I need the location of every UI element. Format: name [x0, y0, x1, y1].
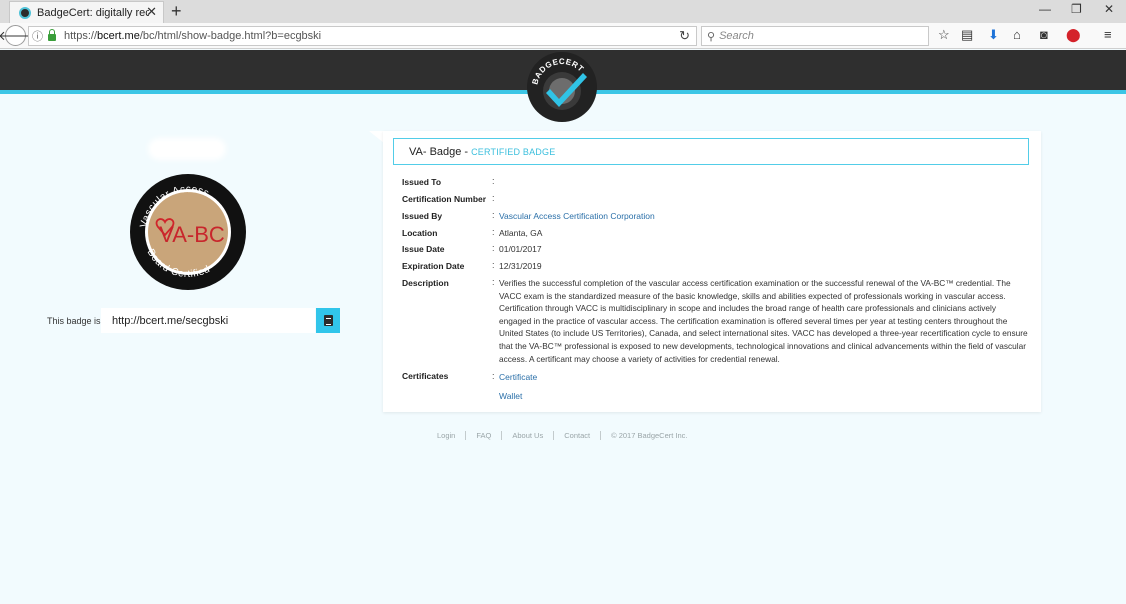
search-placeholder: Search — [719, 30, 754, 42]
pocket-icon[interactable]: ◙ — [1040, 27, 1048, 42]
location-value: Atlanta, GA — [499, 228, 543, 238]
expiration-date-label: Expiration Date — [402, 261, 465, 271]
browser-tab[interactable]: BadgeCert: digitally recogni ✕ — [9, 1, 164, 23]
badgecert-favicon-icon — [19, 6, 31, 19]
restore-icon[interactable]: ❐ — [1071, 2, 1082, 16]
badgecert-logo[interactable]: BADGECERT — [525, 51, 599, 123]
menu-icon[interactable]: ≡ — [1104, 27, 1112, 42]
footer-about-link[interactable]: About Us — [512, 431, 543, 440]
badge-title: VA- Badge — [409, 145, 462, 158]
site-footer: Login FAQ About Us Contact © 2017 BadgeC… — [437, 431, 688, 440]
new-tab-button[interactable]: + — [171, 1, 182, 21]
info-icon[interactable]: ⓘ — [32, 28, 43, 44]
footer-divider — [600, 431, 602, 440]
description-colon: : — [492, 277, 495, 287]
url-bar[interactable]: ⓘ https://bcert.me/bc/html/show-badge.ht… — [28, 26, 697, 46]
search-input[interactable]: ⚲ Search — [701, 26, 929, 46]
certification-number-label: Certification Number — [402, 194, 487, 204]
badge-url-input[interactable] — [101, 308, 315, 333]
reading-list-icon[interactable]: ▤ — [961, 27, 973, 43]
browser-tab-strip: BadgeCert: digitally recogni ✕ + — ❐ ✕ — [0, 0, 1126, 23]
tab-close-icon[interactable]: ✕ — [146, 4, 157, 20]
footer-copyright: © 2017 BadgeCert Inc. — [611, 431, 688, 440]
reload-icon[interactable]: ↻ — [679, 28, 690, 44]
issued-by-label: Issued By — [402, 211, 443, 221]
description-label: Description — [402, 278, 449, 288]
browser-toolbar: 🡐 ⓘ https://bcert.me/bc/html/show-badge.… — [0, 23, 1126, 49]
description-text: Verifies the successful completion of th… — [499, 278, 1028, 364]
card-header: VA- Badge - CERTIFIED BADGE — [393, 138, 1029, 165]
wallet-link[interactable]: Wallet — [499, 391, 522, 401]
badge-details-card: VA- Badge - CERTIFIED BADGE Issued To : … — [383, 131, 1041, 412]
footer-login-link[interactable]: Login — [437, 431, 455, 440]
issued-by-colon: : — [492, 210, 495, 220]
close-window-icon[interactable]: ✕ — [1104, 2, 1114, 16]
minimize-icon[interactable]: — — [1039, 2, 1051, 16]
copy-url-button[interactable] — [316, 308, 340, 333]
adblock-icon[interactable]: ⬤ — [1066, 27, 1081, 43]
downloads-icon[interactable]: ⬇ — [988, 27, 999, 43]
issue-date-value: 01/01/2017 — [499, 244, 542, 254]
expiration-date-value: 12/31/2019 — [499, 261, 542, 271]
footer-divider — [553, 431, 555, 440]
tab-title: BadgeCert: digitally recogni — [37, 6, 149, 19]
title-separator: - — [464, 145, 469, 158]
share-label: This badge is — [47, 316, 101, 326]
location-colon: : — [492, 227, 495, 237]
certificates-colon: : — [492, 371, 495, 381]
clipboard-icon — [323, 315, 333, 326]
footer-contact-link[interactable]: Contact — [564, 431, 590, 440]
url-text: https://bcert.me/bc/html/show-badge.html… — [64, 30, 322, 42]
certification-number-colon: : — [492, 193, 495, 203]
issuer-link[interactable]: Vascular Access Certification Corporatio… — [499, 211, 655, 221]
search-icon: ⚲ — [707, 30, 716, 43]
home-icon[interactable]: ⌂ — [1013, 27, 1021, 42]
badge-center-text: VA-BC — [159, 222, 225, 247]
issue-date-label: Issue Date — [402, 244, 445, 254]
badge-subtitle: CERTIFIED BADGE — [471, 146, 556, 157]
back-button[interactable]: 🡐 — [0, 25, 33, 46]
certificates-label: Certificates — [402, 371, 449, 381]
expiration-date-colon: : — [492, 260, 495, 270]
certificate-link[interactable]: Certificate — [499, 372, 537, 382]
issue-date-colon: : — [492, 243, 495, 253]
bookmark-star-icon[interactable]: ☆ — [938, 27, 950, 43]
issued-to-colon: : — [492, 176, 495, 186]
footer-divider — [465, 431, 467, 440]
issued-to-label: Issued To — [402, 177, 442, 187]
lock-icon[interactable] — [48, 28, 56, 41]
location-label: Location — [402, 228, 438, 238]
card-pointer — [369, 131, 384, 143]
badge-image: Vascular Access Board Certified VA-BC — [130, 174, 246, 290]
recipient-name-blurred — [152, 142, 222, 156]
footer-faq-link[interactable]: FAQ — [476, 431, 491, 440]
footer-divider — [501, 431, 503, 440]
